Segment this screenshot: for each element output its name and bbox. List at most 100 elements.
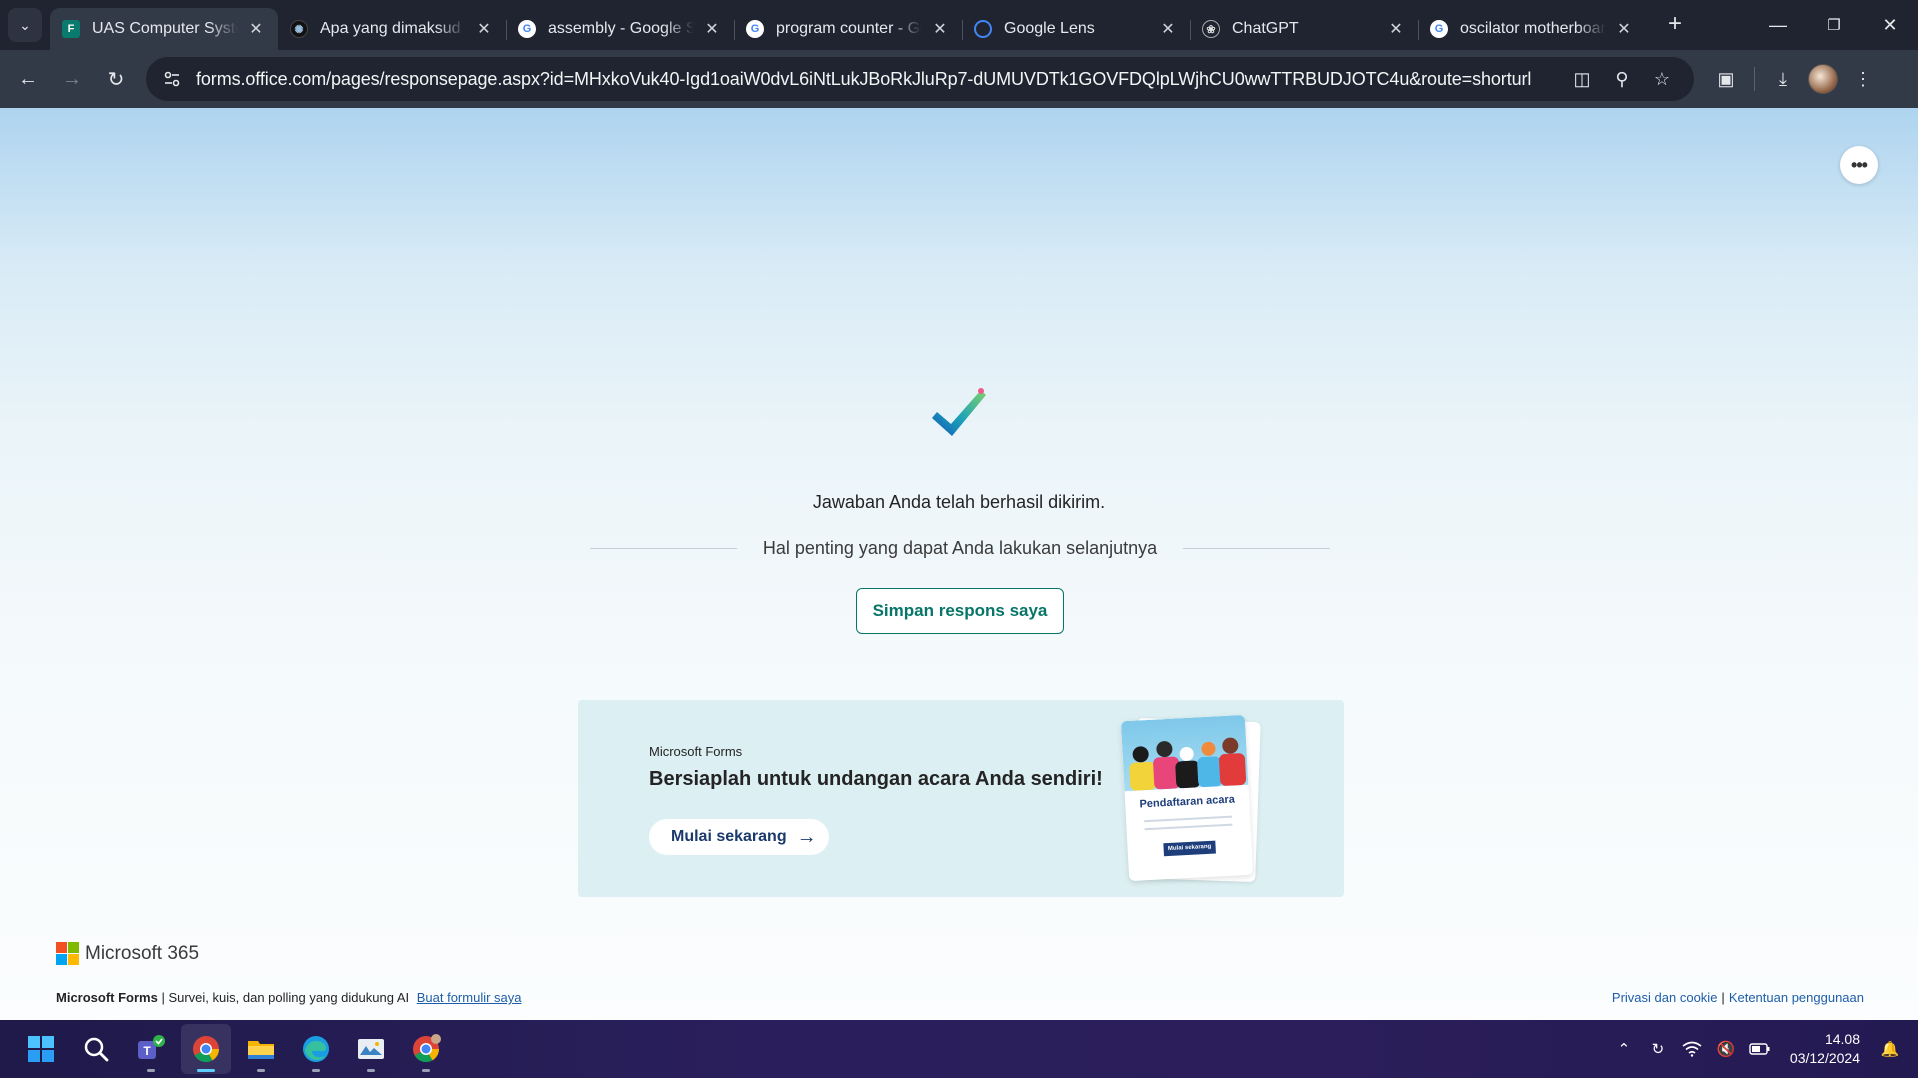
promo-card-title: Pendaftaran acara <box>1139 793 1236 811</box>
avatar <box>1808 64 1838 94</box>
close-icon[interactable]: ✕ <box>702 19 722 39</box>
google-icon: G <box>746 20 764 38</box>
minimize-icon: — <box>1769 14 1787 35</box>
install-icon: ◫ <box>1573 68 1591 89</box>
browser-tab-strip: ⌄ F UAS Computer System ✕ ✺ Apa yang dim… <box>0 0 1918 50</box>
address-bar[interactable]: forms.office.com/pages/responsepage.aspx… <box>146 57 1694 101</box>
privacy-link[interactable]: Privasi dan cookie <box>1612 990 1718 1005</box>
forms-icon: F <box>62 20 80 38</box>
edge-icon <box>303 1036 329 1062</box>
taskbar-chrome-profile[interactable] <box>401 1024 451 1074</box>
close-icon[interactable]: ✕ <box>474 19 494 39</box>
taskbar-teams[interactable]: T <box>126 1024 176 1074</box>
system-tray: ⌃ ↻ 🔇 14.08 03/12/2024 🔔 <box>1608 1020 1918 1078</box>
tab-perplexity[interactable]: ✺ Apa yang dimaksud dengan ✕ <box>278 8 506 50</box>
tab-google-program-counter[interactable]: G program counter - Google ✕ <box>734 8 962 50</box>
plus-icon: + <box>1667 10 1682 37</box>
network-button[interactable] <box>1676 1041 1708 1057</box>
tab-google-assembly[interactable]: G assembly - Google Search ✕ <box>506 8 734 50</box>
minimize-button[interactable]: — <box>1750 0 1806 50</box>
close-icon: ✕ <box>1882 14 1898 35</box>
taskbar-file-explorer[interactable] <box>236 1024 286 1074</box>
star-icon: ☆ <box>1653 68 1671 89</box>
close-icon[interactable]: ✕ <box>930 19 950 39</box>
browser-menu-button[interactable]: ⋮ <box>1843 59 1883 99</box>
back-button[interactable]: ← <box>6 57 50 101</box>
sync-icon: ↻ <box>1651 1041 1665 1058</box>
file-explorer-icon <box>248 1041 274 1059</box>
downloads-button[interactable]: ⤓ <box>1763 59 1803 99</box>
clock-time: 14.08 <box>1824 1031 1860 1047</box>
more-vertical-icon: ⋮ <box>1854 68 1872 89</box>
reload-icon: ↻ <box>107 68 125 91</box>
footer-legal-links: Privasi dan cookie | Ketentuan penggunaan <box>1612 990 1864 1005</box>
tab-uas-computer-system[interactable]: F UAS Computer System ✕ <box>50 8 278 50</box>
close-icon[interactable]: ✕ <box>1614 19 1634 39</box>
bookmark-button[interactable]: ☆ <box>1642 59 1682 99</box>
start-now-label: Mulai sekarang <box>671 828 787 845</box>
save-response-button[interactable]: Simpan respons saya <box>856 588 1064 634</box>
people-illustration <box>1129 737 1247 791</box>
zoom-button[interactable]: ⚲ <box>1602 59 1642 99</box>
clock-date: 03/12/2024 <box>1789 1050 1860 1066</box>
tab-title: oscilator motherboard <box>1460 20 1606 37</box>
microsoft-365-brand: Microsoft 365 <box>56 942 199 965</box>
promo-illustration-card: Pendaftaran acara Mulai sekarang <box>1120 714 1254 882</box>
terms-link[interactable]: Ketentuan penggunaan <box>1729 990 1864 1005</box>
divider-line <box>590 548 737 549</box>
restore-button[interactable]: ❐ <box>1806 0 1862 50</box>
sync-status-button[interactable]: ↻ <box>1642 1040 1674 1058</box>
volume-muted-icon: 🔇 <box>1716 1041 1736 1058</box>
chrome-profile-icon <box>413 1034 441 1063</box>
next-steps-divider: Hal penting yang dapat Anda lakukan sela… <box>590 538 1331 559</box>
success-message: Jawaban Anda telah berhasil dikirim. <box>812 492 1106 512</box>
chatgpt-icon: ❀ <box>1202 20 1220 38</box>
reload-button[interactable]: ↻ <box>94 57 138 101</box>
close-icon[interactable]: ✕ <box>1386 19 1406 39</box>
taskbar-edge[interactable] <box>291 1024 341 1074</box>
tune-icon <box>164 71 180 87</box>
tab-chatgpt[interactable]: ❀ ChatGPT ✕ <box>1190 8 1418 50</box>
clock[interactable]: 14.08 03/12/2024 <box>1790 1030 1860 1068</box>
promo-card-text-lines <box>1144 815 1233 831</box>
tab-title: ChatGPT <box>1232 20 1299 37</box>
chrome-icon <box>193 1036 220 1063</box>
footer-separator: | <box>1721 990 1725 1005</box>
volume-button[interactable]: 🔇 <box>1710 1040 1742 1058</box>
extensions-button[interactable]: ▣ <box>1706 59 1746 99</box>
close-icon[interactable]: ✕ <box>246 19 266 39</box>
taskbar-chrome[interactable] <box>181 1024 231 1074</box>
new-tab-button[interactable]: + <box>1658 7 1692 41</box>
site-info-button[interactable] <box>158 65 186 93</box>
more-horizontal-icon: ••• <box>1851 154 1868 175</box>
start-button[interactable] <box>16 1024 66 1074</box>
tab-google-lens[interactable]: Google Lens ✕ <box>962 8 1190 50</box>
battery-icon <box>1749 1043 1770 1055</box>
tab-google-oscilator[interactable]: G oscilator motherboard ✕ <box>1418 8 1646 50</box>
running-indicator <box>422 1069 430 1072</box>
taskbar-search-button[interactable] <box>71 1024 121 1074</box>
notifications-button[interactable]: 🔔 <box>1874 1040 1906 1058</box>
forward-button[interactable]: → <box>50 57 94 101</box>
download-icon: ⤓ <box>1779 68 1787 89</box>
taskbar-photos[interactable] <box>346 1024 396 1074</box>
toolbar-actions: ▣ ⤓ ⋮ <box>1706 59 1883 99</box>
close-icon[interactable]: ✕ <box>1158 19 1178 39</box>
promo-title: Bersiaplah untuk undangan acara Anda sen… <box>649 768 1103 790</box>
install-app-button[interactable]: ◫ <box>1562 59 1602 99</box>
tab-search-button[interactable]: ⌄ <box>8 8 42 42</box>
battery-button[interactable] <box>1744 1042 1776 1056</box>
create-form-link[interactable]: Buat formulir saya <box>417 990 522 1005</box>
tab-title: Apa yang dimaksud dengan <box>320 20 466 37</box>
start-now-button[interactable]: Mulai sekarang → <box>649 819 829 855</box>
google-icon: G <box>518 20 536 38</box>
photos-icon <box>358 1039 384 1059</box>
close-window-button[interactable]: ✕ <box>1862 0 1918 50</box>
chevron-down-icon: ⌄ <box>19 16 31 33</box>
lens-icon <box>974 20 992 38</box>
url-text[interactable]: forms.office.com/pages/responsepage.aspx… <box>196 69 1562 90</box>
show-hidden-icons-button[interactable]: ⌃ <box>1608 1040 1640 1058</box>
profile-button[interactable] <box>1803 59 1843 99</box>
toolbar-divider <box>1754 67 1755 91</box>
more-options-button[interactable]: ••• <box>1840 146 1878 184</box>
